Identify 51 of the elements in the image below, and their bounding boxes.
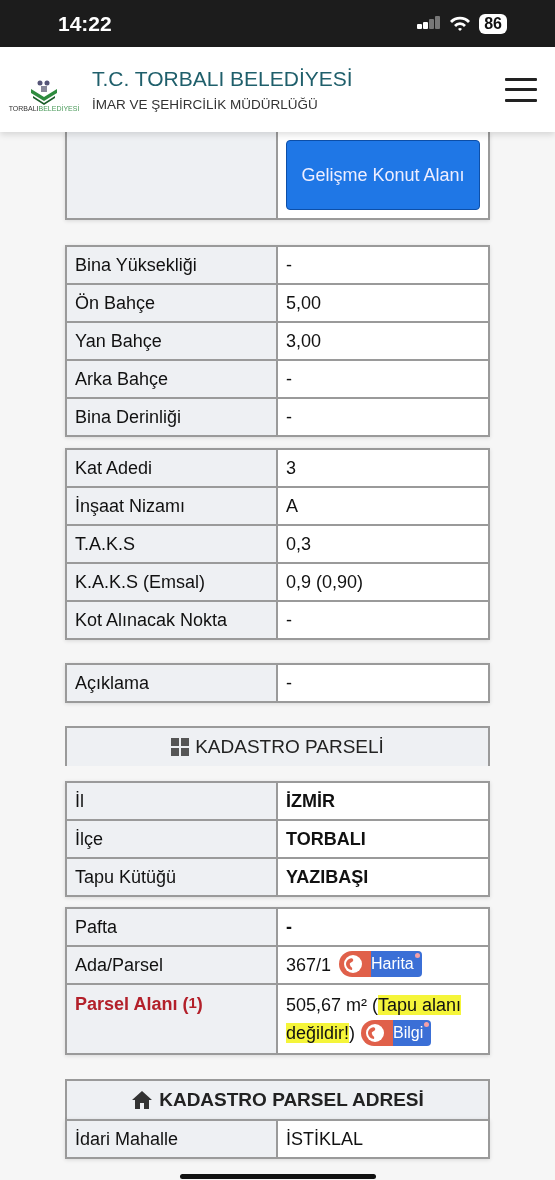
- field-label: İlçe: [67, 821, 276, 857]
- field-value: -: [278, 602, 488, 638]
- field-label: Kat Adedi: [67, 450, 276, 486]
- field-label: Yan Bahçe: [67, 323, 276, 359]
- grid-icon: [171, 738, 190, 756]
- field-value: YAZIBAŞI: [278, 859, 488, 895]
- wifi-icon: [449, 15, 472, 32]
- globe-icon: [365, 1023, 386, 1043]
- field-value: -: [278, 361, 488, 397]
- zone-button[interactable]: Gelişme Konut Alanı: [286, 140, 480, 210]
- field-value: TORBALI: [278, 821, 488, 857]
- field-value: A: [278, 488, 488, 524]
- field-label: Pafta: [67, 909, 276, 945]
- map-link[interactable]: Bilgi: [361, 1020, 432, 1046]
- site-title: T.C. TORBALI BELEDİYESİ: [92, 67, 354, 91]
- clock-time: 14:22: [58, 11, 112, 36]
- site-subtitle: İMAR VE ŞEHİRCİLİK MÜDÜRLÜĞÜ: [92, 97, 319, 112]
- field-label: Kot Alınacak Nokta: [67, 602, 276, 638]
- field-value: 3,00: [278, 323, 488, 359]
- section-title: KADASTRO PARSEL ADRESİ: [159, 1089, 424, 1111]
- field-label: K.A.K.S (Emsal): [67, 564, 276, 600]
- field-label: Ön Bahçe: [67, 285, 276, 321]
- section-title: KADASTRO PARSELİ: [195, 736, 384, 758]
- field-label: Bina Yüksekliği: [67, 247, 276, 283]
- field-value: 0,9 (0,90): [278, 564, 488, 600]
- field-label: Bina Derinliği: [67, 399, 276, 435]
- field-value: -: [278, 909, 488, 945]
- field-label: Arka Bahçe: [67, 361, 276, 397]
- map-link[interactable]: Harita: [339, 951, 422, 977]
- globe-icon: [343, 954, 364, 974]
- field-value: -: [278, 247, 488, 283]
- field-label: Parsel Alanı ($^{1}$): [67, 985, 276, 1053]
- field-label: T.A.K.S: [67, 526, 276, 562]
- field-value: 5,00: [278, 285, 488, 321]
- field-label: İnşaat Nizamı: [67, 488, 276, 524]
- field-value: İSTİKLAL: [278, 1121, 488, 1157]
- field-label: Tapu Kütüğü: [67, 859, 276, 895]
- field-value: 367/1: [286, 954, 332, 976]
- field-value: 0,3: [278, 526, 488, 562]
- field-value: -: [278, 399, 488, 435]
- field-label: Açıklama: [67, 665, 276, 701]
- home-icon: [131, 1090, 154, 1110]
- logo-icon: [29, 79, 59, 105]
- battery-level: 86: [479, 13, 507, 34]
- field-label: İdari Mahalle: [67, 1121, 276, 1157]
- menu-button[interactable]: [505, 77, 537, 102]
- field-label: İl: [67, 783, 276, 819]
- field-value: İZMİR: [278, 783, 488, 819]
- field-value: 3: [278, 450, 488, 486]
- field-label: Ada/Parsel: [67, 947, 276, 983]
- field-value: -: [278, 665, 488, 701]
